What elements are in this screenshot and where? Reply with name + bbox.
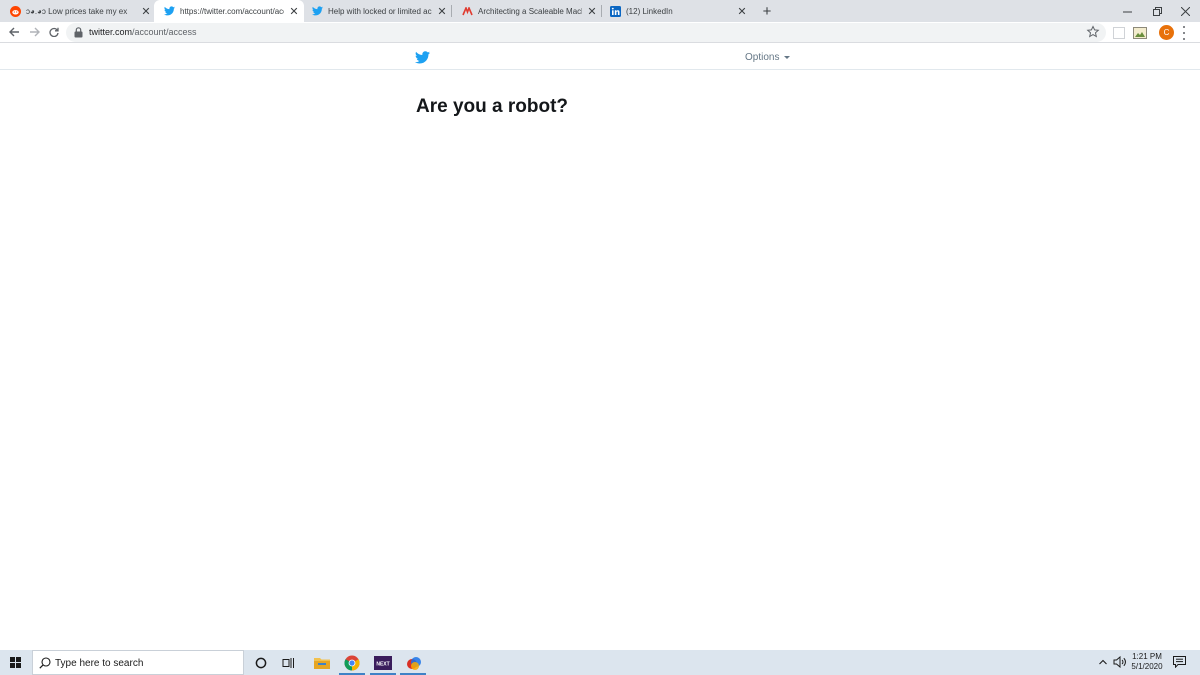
windows-taskbar: Type here to search NEXT 1:21 PM 5/1/202… xyxy=(0,650,1200,675)
search-icon xyxy=(39,657,51,669)
clock-date: 5/1/2020 xyxy=(1131,662,1163,671)
cortana-icon[interactable] xyxy=(252,654,269,671)
lock-icon xyxy=(74,27,83,38)
options-dropdown[interactable]: Options xyxy=(745,52,791,63)
restore-button[interactable] xyxy=(1142,0,1172,22)
tab-title: Architecting a Scaleable Machine xyxy=(478,6,582,16)
reddit-icon xyxy=(10,5,21,17)
new-tab-button[interactable]: + xyxy=(758,2,776,20)
windows-start-icon[interactable] xyxy=(10,657,21,668)
forward-arrow-icon xyxy=(29,27,40,37)
tab-title: (12) LinkedIn xyxy=(626,6,673,16)
tab-linkedin[interactable]: (12) LinkedIn ✕ xyxy=(600,0,752,22)
reload-button[interactable] xyxy=(46,24,62,40)
bookmark-star-icon[interactable] xyxy=(1086,25,1100,39)
tab-reddit[interactable]: ↄ◕.◕ↄ Low prices take my ex ✕ xyxy=(0,0,156,22)
taskbar-search-input[interactable]: Type here to search xyxy=(32,650,244,675)
close-icon[interactable]: ✕ xyxy=(140,5,152,18)
tab-twitter-access[interactable]: https://twitter.com/account/access ✕ xyxy=(154,0,304,22)
tab-title: https://twitter.com/account/access xyxy=(180,6,284,16)
volume-icon[interactable] xyxy=(1113,656,1127,668)
close-icon xyxy=(1180,6,1190,16)
file-explorer-icon[interactable] xyxy=(313,654,330,671)
clock-time: 1:21 PM xyxy=(1132,652,1162,661)
profile-avatar[interactable]: C xyxy=(1159,25,1174,40)
task-view-icon[interactable] xyxy=(280,654,297,671)
twitter-header: Options xyxy=(0,44,1200,70)
url-host: twitter.com xyxy=(89,27,133,37)
chrome-icon[interactable] xyxy=(343,654,360,671)
next-app-label: NEXT xyxy=(376,661,389,667)
close-icon[interactable]: ✕ xyxy=(288,5,300,18)
chevron-up-icon[interactable] xyxy=(1099,658,1107,666)
restore-icon xyxy=(1152,6,1162,16)
browser-menu-icon[interactable] xyxy=(1183,26,1187,40)
close-icon[interactable]: ✕ xyxy=(436,5,448,18)
tab-help-locked[interactable]: Help with locked or limited account ✕ xyxy=(302,0,452,22)
twitter-icon xyxy=(164,6,175,17)
tab-architecting[interactable]: Architecting a Scaleable Machine ✕ xyxy=(452,0,602,22)
search-placeholder: Type here to search xyxy=(55,658,144,669)
caret-down-icon xyxy=(784,56,791,59)
page-title: Are you a robot? xyxy=(416,96,569,117)
back-button[interactable] xyxy=(6,24,22,40)
url-path: /account/access xyxy=(132,27,197,37)
url-text: twitter.com/account/access xyxy=(89,27,197,37)
window-close-button[interactable] xyxy=(1170,0,1200,22)
back-arrow-icon xyxy=(8,27,19,37)
tab-strip: ↄ◕.◕ↄ Low prices take my ex ✕ https://tw… xyxy=(0,0,1200,22)
browser-toolbar: twitter.com/account/access C xyxy=(0,22,1200,43)
system-clock[interactable]: 1:21 PM 5/1/2020 xyxy=(1130,652,1164,672)
linkedin-icon xyxy=(610,5,621,17)
forward-button[interactable] xyxy=(26,24,42,40)
options-label: Options xyxy=(745,52,780,63)
minimize-icon xyxy=(1122,11,1132,12)
image-extension-icon[interactable] xyxy=(1133,26,1147,39)
next-app-icon[interactable]: NEXT xyxy=(374,654,392,671)
twitter-logo-icon[interactable] xyxy=(415,51,430,64)
notification-icon[interactable] xyxy=(1173,656,1186,668)
site-icon xyxy=(462,6,473,17)
twitter-icon xyxy=(312,6,323,17)
close-icon[interactable]: ✕ xyxy=(586,5,598,18)
close-icon[interactable]: ✕ xyxy=(736,5,748,18)
reload-icon xyxy=(49,27,59,37)
minimize-button[interactable] xyxy=(1112,0,1142,22)
address-bar[interactable]: twitter.com/account/access xyxy=(66,23,1106,42)
extension-icon[interactable] xyxy=(1113,26,1127,39)
tab-title: ↄ◕.◕ↄ Low prices take my ex xyxy=(26,6,128,16)
pinned-app-icon[interactable] xyxy=(405,654,422,671)
tab-title: Help with locked or limited account xyxy=(328,6,432,16)
